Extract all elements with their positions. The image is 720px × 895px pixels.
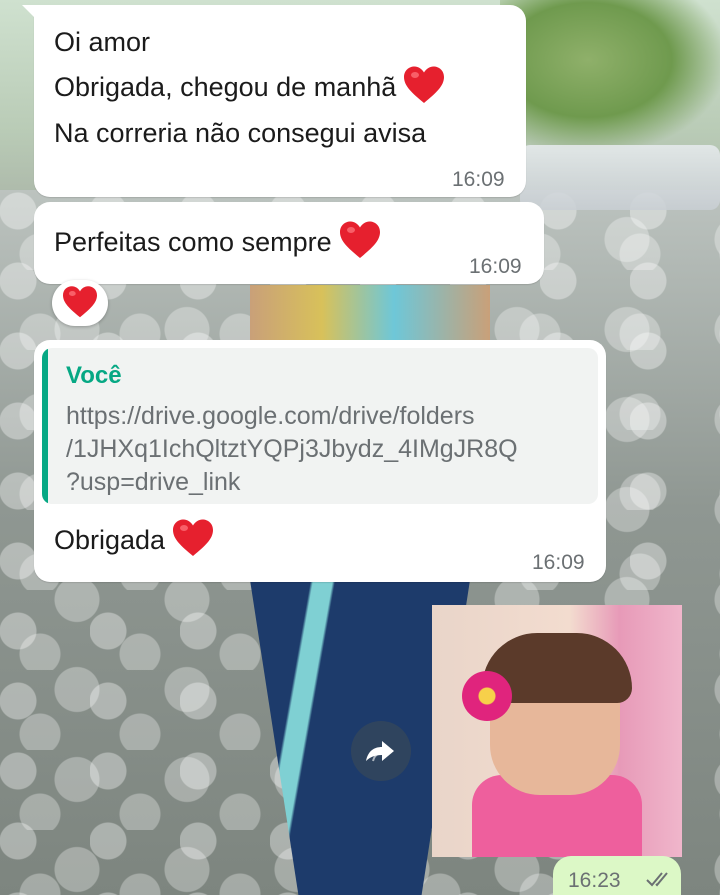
heart-icon	[402, 65, 446, 105]
message-line: Obrigada	[54, 518, 215, 562]
sticker-message[interactable]	[432, 605, 682, 857]
message-line-text: Obrigada, chegou de manhã	[54, 72, 397, 102]
message-timestamp: 16:23	[568, 869, 621, 892]
incoming-message-bubble[interactable]: Perfeitas como sempre 16:09	[34, 202, 544, 284]
forward-icon	[366, 741, 394, 762]
heart-icon	[171, 518, 215, 558]
wallpaper-trees	[500, 0, 720, 150]
message-line: Perfeitas como sempre	[54, 220, 382, 264]
incoming-message-bubble[interactable]: Oi amor Obrigada, chegou de manhã Na cor…	[22, 5, 526, 197]
message-line: Na correria não consegui avisa	[54, 118, 427, 148]
outgoing-timestamp-bubble: 16:23	[553, 856, 681, 895]
quote-accent-bar	[42, 348, 48, 504]
wallpaper-cars	[520, 145, 720, 210]
read-receipt-icon	[645, 870, 673, 888]
quoted-message[interactable]: Você https://drive.google.com/drive/fold…	[42, 348, 598, 504]
quote-text-line: /1JHXq1IchQltztYQPj3Jbydz_4IMgJR8Q	[66, 435, 518, 463]
message-timestamp: 16:09	[452, 168, 505, 191]
message-text: Perfeitas como sempre	[54, 227, 332, 257]
quote-author: Você	[66, 362, 122, 389]
quote-text-line: ?usp=drive_link	[66, 468, 241, 496]
forward-button[interactable]	[351, 721, 411, 781]
message-timestamp: 16:09	[469, 255, 522, 278]
heart-icon	[61, 285, 99, 319]
message-reaction[interactable]	[52, 280, 108, 326]
quote-text-line: https://drive.google.com/drive/folders	[66, 402, 475, 430]
message-timestamp: 16:09	[532, 551, 585, 574]
heart-icon	[338, 220, 382, 260]
message-line: Obrigada, chegou de manhã	[54, 65, 446, 109]
message-line: Oi amor	[54, 27, 151, 57]
sticker-flower	[462, 671, 512, 721]
message-text: Obrigada	[54, 525, 166, 555]
